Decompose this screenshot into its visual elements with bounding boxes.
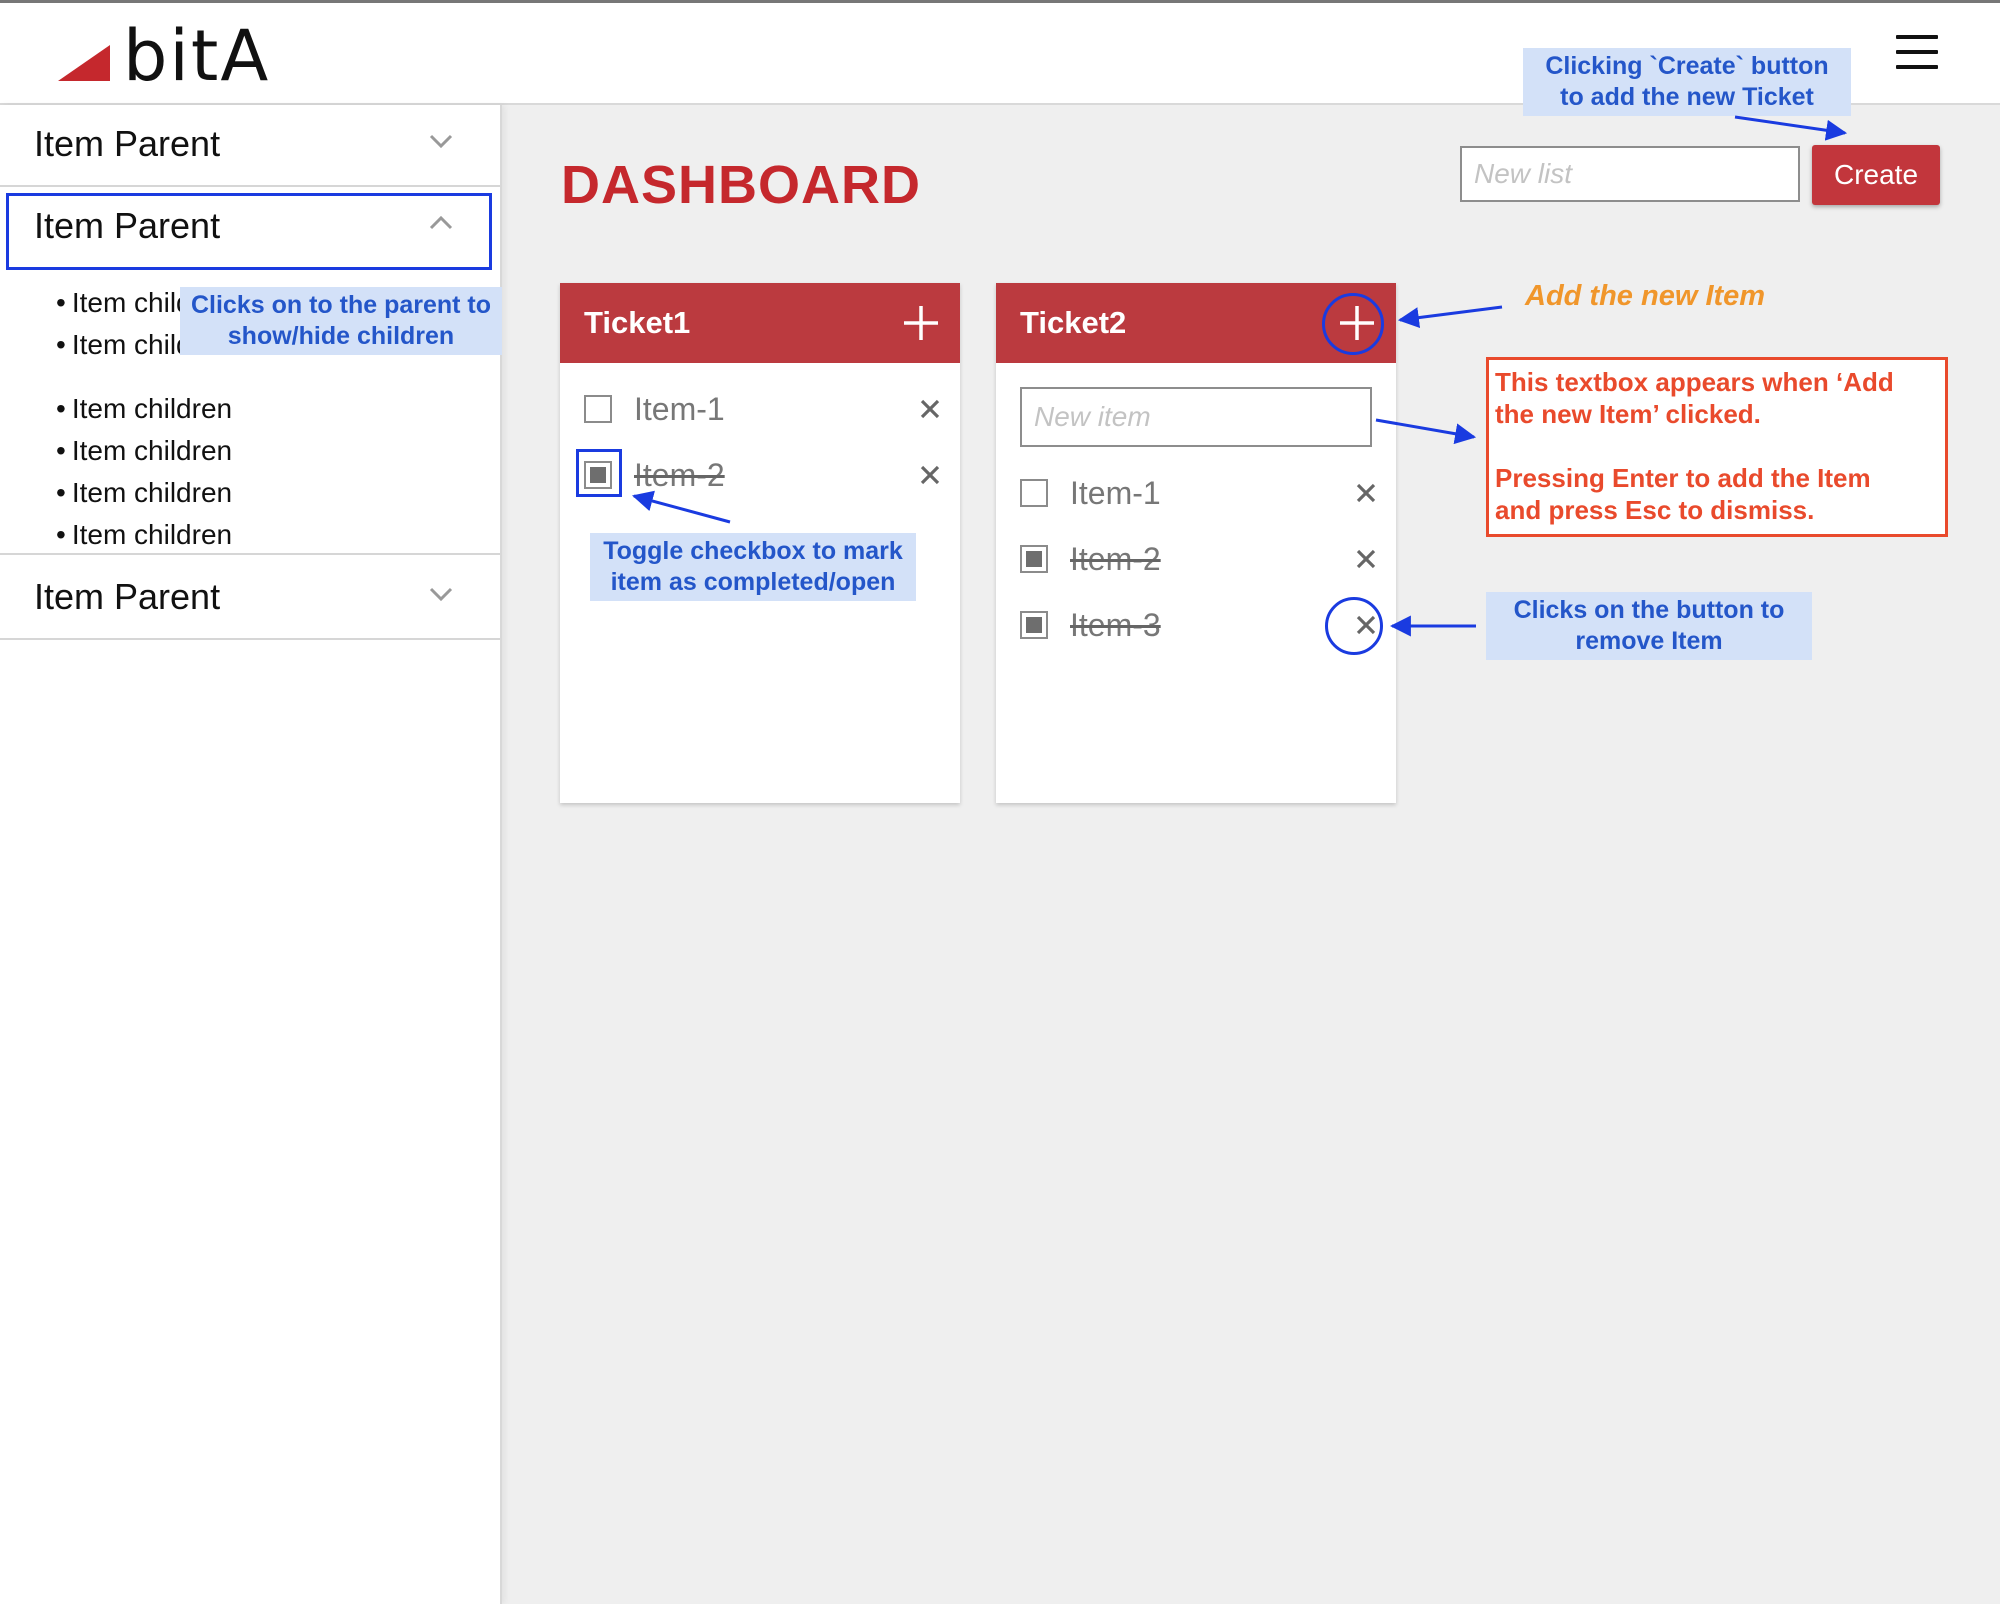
item-checkbox[interactable] (1020, 545, 1048, 573)
chevron-down-icon (429, 587, 453, 602)
annotation-add-item-hint: Add the new Item (1525, 280, 1766, 312)
annotation-highlight-parent (6, 193, 492, 270)
annotation-parent-hint: Clicks on to the parent to show/hide chi… (180, 287, 502, 355)
annotation-highlight-plus (1322, 293, 1384, 355)
ticket-title: Ticket2 (1020, 305, 1127, 340)
plus-icon[interactable] (898, 300, 944, 346)
sidebar-parent-1[interactable]: Item Parent (0, 105, 500, 187)
sidebar-parent-3[interactable]: Item Parent (0, 558, 500, 640)
sidebar-child-item[interactable]: • Item children (56, 477, 232, 509)
logo-triangle-icon (58, 45, 110, 81)
sidebar-parent-label: Item Parent (34, 123, 221, 164)
sidebar-child-item[interactable]: • Item children (56, 519, 232, 551)
close-icon[interactable] (916, 461, 944, 489)
sidebar-parent-label: Item Parent (34, 576, 221, 617)
logo[interactable]: bitA (58, 15, 278, 97)
close-icon[interactable] (916, 395, 944, 423)
item-checkbox[interactable] (584, 395, 612, 423)
item-label: Item-1 (1070, 475, 1161, 511)
ticket-title: Ticket1 (584, 305, 691, 340)
item-label: Item-3 (1070, 607, 1161, 643)
sidebar-child-item[interactable]: • Item children (56, 435, 232, 467)
logo-text: bitA (123, 15, 271, 97)
annotation-create-hint: Clicking `Create` button to add the new … (1523, 48, 1851, 116)
new-list-input[interactable] (1460, 146, 1800, 202)
create-button[interactable]: Create (1812, 145, 1940, 205)
list-item: Item-2 (996, 533, 1396, 585)
annotation-remove-hint: Clicks on the button to remove Item (1486, 592, 1812, 660)
sidebar-child-item[interactable]: • Item children (56, 393, 232, 425)
list-item: Item-1 (996, 467, 1396, 519)
annotation-highlight-remove (1325, 597, 1383, 655)
arrow-to-plus (1397, 305, 1503, 329)
item-label: Item-2 (634, 457, 725, 493)
hamburger-icon[interactable] (1896, 35, 1938, 71)
item-checkbox[interactable] (1020, 611, 1048, 639)
item-checkbox[interactable] (1020, 479, 1048, 507)
arrow-to-create (1734, 115, 1848, 141)
close-icon[interactable] (1352, 479, 1380, 507)
ticket-header: Ticket1 (560, 283, 960, 363)
annotation-textbox-hint: This textbox appears when ‘Add the new I… (1486, 357, 1948, 537)
page-title: DASHBOARD (561, 155, 921, 215)
list-item: Item-1 (560, 383, 960, 435)
close-icon[interactable] (1352, 545, 1380, 573)
chevron-down-icon (429, 134, 453, 149)
item-label: Item-1 (634, 391, 725, 427)
new-item-input[interactable] (1020, 387, 1372, 447)
annotation-toggle-hint: Toggle checkbox to mark item as complete… (590, 533, 916, 601)
item-label: Item-2 (1070, 541, 1161, 577)
annotation-highlight-checkbox (576, 449, 622, 497)
ticket-card-2: Ticket2 Item-1 Item-2 Item-3 (996, 283, 1396, 803)
